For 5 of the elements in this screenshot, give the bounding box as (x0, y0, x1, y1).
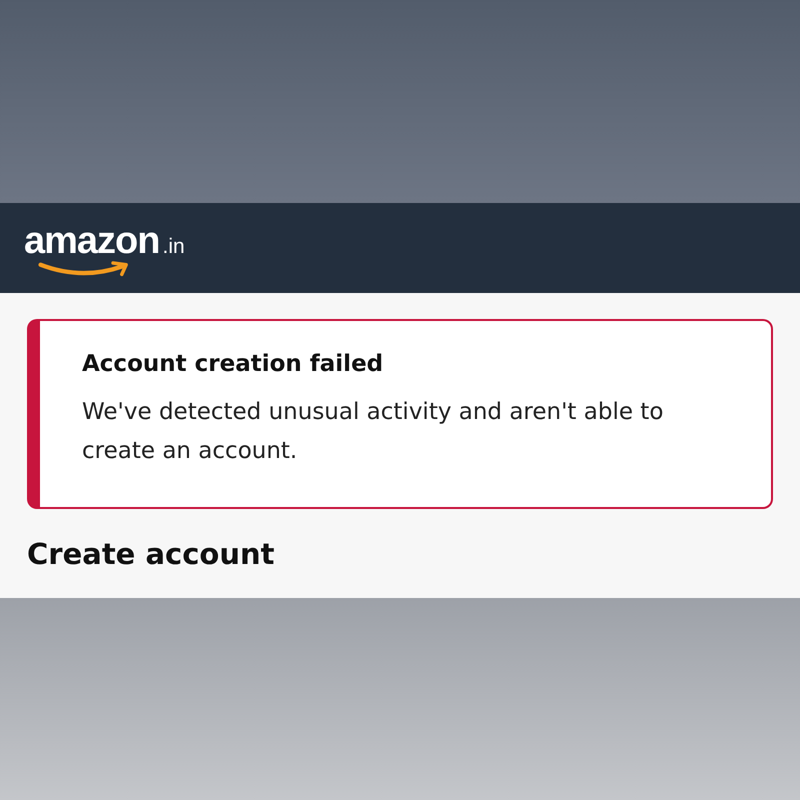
alert-title: Account creation failed (82, 351, 384, 377)
alert-message: We've detected unusual activity and aren't able to create an account. (82, 398, 664, 466)
logo-wordmark[interactable]: amazon (24, 220, 160, 262)
page-heading: Create account (27, 537, 276, 571)
logo-domain: .in (162, 234, 185, 258)
